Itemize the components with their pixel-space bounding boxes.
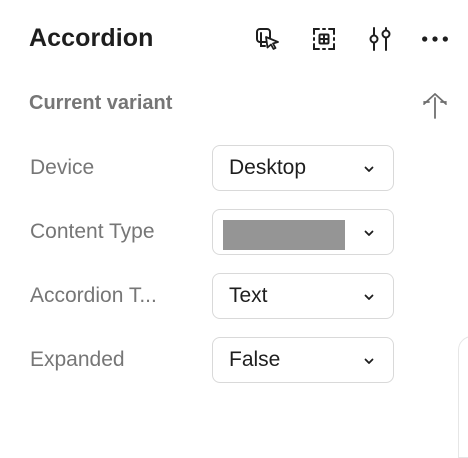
chevron-down-icon	[364, 294, 374, 300]
property-label-content-type: Content Type	[30, 220, 155, 243]
adjust-sliders-icon[interactable]	[365, 24, 395, 54]
property-label-accordion-type: Accordion T...	[30, 284, 157, 307]
device-select[interactable]: Desktop	[212, 145, 394, 191]
select-value: Desktop	[229, 156, 307, 179]
accordion-type-select[interactable]: Text	[212, 273, 394, 319]
select-value: Text	[229, 284, 268, 307]
property-label-device: Device	[30, 156, 95, 179]
adjacent-panel-edge	[458, 336, 468, 458]
panel-header: Accordion	[0, 0, 468, 80]
more-icon[interactable]	[420, 24, 450, 54]
chevron-down-icon	[364, 230, 374, 236]
property-label-expanded: Expanded	[30, 348, 125, 371]
chevron-down-icon	[364, 358, 374, 364]
section-title: Current variant	[29, 92, 173, 114]
chevron-down-icon	[364, 166, 374, 172]
content-type-select[interactable]	[212, 209, 394, 255]
select-value: False	[229, 348, 281, 371]
upload-icon[interactable]	[420, 87, 450, 121]
expanded-select[interactable]: False	[212, 337, 394, 383]
content-swatch	[223, 220, 345, 250]
component-grid-icon[interactable]	[309, 24, 339, 54]
panel-title: Accordion	[29, 24, 154, 52]
cursor-select-icon[interactable]	[252, 24, 282, 54]
